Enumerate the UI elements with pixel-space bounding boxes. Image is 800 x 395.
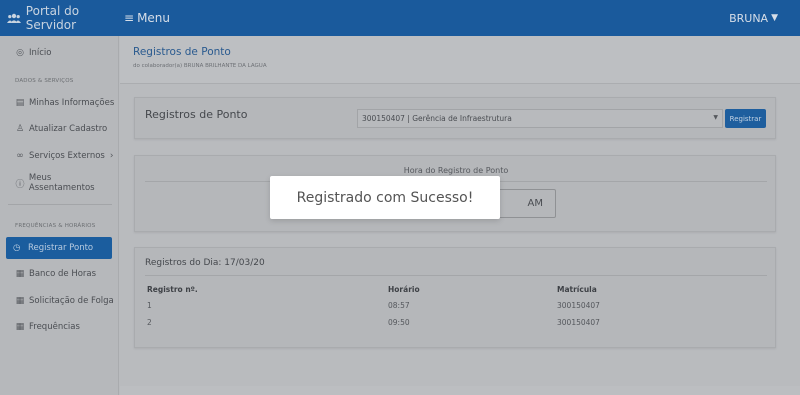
clock-icon: ◷ bbox=[13, 243, 21, 253]
home-icon: ◎ bbox=[16, 48, 24, 58]
calendar-check-icon: ▦ bbox=[15, 322, 25, 332]
table-cell-horario: 09:50 bbox=[388, 318, 410, 327]
footer-strip bbox=[120, 386, 800, 395]
page-subtitle: do colaborador(a) BRUNA BRILHANTE DA LAG… bbox=[133, 63, 267, 69]
toast-message: Registrado com Sucesso! bbox=[296, 189, 474, 206]
link-icon: ∞ bbox=[16, 151, 24, 161]
brand-label: Portal do Servidor bbox=[25, 4, 80, 32]
page-header: Registros de Ponto do colaborador(a) BRU… bbox=[120, 36, 800, 84]
table-cell-matricula: 300150407 bbox=[557, 301, 600, 310]
table-cell-matricula: 300150407 bbox=[557, 318, 600, 327]
registro-card: Registros de Ponto 300150407 | Gerência … bbox=[134, 97, 776, 139]
sidebar-item-label: Registrar Ponto bbox=[28, 243, 94, 253]
registros-dia-divider bbox=[145, 275, 767, 276]
sidebar-item-label: Banco de Horas bbox=[29, 269, 97, 279]
users-icon bbox=[6, 13, 22, 23]
hamburger-icon: ≡ bbox=[124, 11, 135, 25]
select-arrow-icon: ▼ bbox=[713, 114, 718, 121]
hora-label: Hora do Registro de Ponto bbox=[403, 166, 509, 175]
table-header-registro: Registro nº. bbox=[147, 285, 198, 294]
sidebar-item-inicio[interactable]: ◎ Início bbox=[0, 42, 119, 64]
user-name: BRUNA bbox=[729, 11, 769, 25]
sidebar-item-minhas-informacoes[interactable]: ▤ Minhas Informações bbox=[0, 92, 119, 114]
sidebar-item-banco-de-horas[interactable]: ▦ Banco de Horas bbox=[0, 263, 119, 285]
registro-card-title: Registros de Ponto bbox=[145, 108, 248, 121]
top-navbar: Portal do Servidor ≡ Menu BRUNA ▼ bbox=[0, 0, 800, 36]
section-title-frequencias: FREQUÊNCIAS & HORÁRIOS bbox=[15, 223, 96, 229]
table-cell-registro: 1 bbox=[147, 301, 152, 310]
sidebar-item-frequencias[interactable]: ▦ Frequências bbox=[0, 316, 119, 338]
sidebar-item-registrar-ponto[interactable]: ◷ Registrar Ponto bbox=[6, 237, 112, 259]
sidebar-item-meus-assentamentos[interactable]: ⓘ Meus Assentamentos bbox=[0, 172, 119, 194]
menu-label: Menu bbox=[137, 11, 171, 25]
sidebar-item-solicitacao-de-folga[interactable]: ▦ Solicitação de Folga bbox=[0, 290, 119, 312]
registrar-button[interactable]: Registrar bbox=[725, 109, 766, 128]
table-cell-horario: 08:57 bbox=[388, 301, 410, 310]
sidebar-item-label: Frequências bbox=[29, 322, 80, 332]
sidebar-item-label: Meus Assentamentos bbox=[28, 173, 95, 193]
user-menu[interactable]: BRUNA ▼ bbox=[729, 0, 778, 36]
user-edit-icon: ♙ bbox=[15, 124, 25, 134]
caret-down-icon: ▼ bbox=[771, 13, 778, 23]
page-title: Registros de Ponto bbox=[133, 46, 231, 58]
sidebar-item-label: Serviços Externos bbox=[29, 151, 105, 161]
sidebar-item-label: Solicitação de Folga bbox=[29, 296, 114, 306]
sidebar-item-label: Atualizar Cadastro bbox=[29, 124, 108, 134]
sidebar-item-atualizar-cadastro[interactable]: ♙ Atualizar Cadastro bbox=[0, 118, 119, 140]
sidebar-item-label: Início bbox=[29, 48, 52, 58]
brand-link[interactable]: Portal do Servidor bbox=[0, 0, 120, 36]
table-header-horario: Horário bbox=[388, 285, 420, 294]
success-toast: Registrado com Sucesso! bbox=[270, 176, 500, 219]
registros-dia-card: Registros do Dia: 17/03/20 Registro nº. … bbox=[134, 247, 776, 348]
menu-toggle-button[interactable]: ≡ Menu bbox=[124, 11, 170, 25]
info-icon: ⓘ bbox=[15, 179, 25, 190]
table-cell-registro: 2 bbox=[147, 318, 152, 327]
calendar-icon: ▦ bbox=[15, 269, 25, 279]
sidebar-item-label: Minhas Informações bbox=[29, 98, 115, 108]
sidebar-item-servicos-externos[interactable]: ∞ Serviços Externos › bbox=[0, 145, 119, 167]
calendar-icon: ▦ bbox=[15, 296, 25, 306]
id-card-icon: ▤ bbox=[15, 98, 25, 108]
chevron-right-icon: › bbox=[109, 151, 114, 161]
sidebar-divider bbox=[8, 204, 112, 205]
table-header-matricula: Matrícula bbox=[557, 285, 597, 294]
matricula-select[interactable]: 300150407 | Gerência de Infraestrutura ▼ bbox=[357, 109, 723, 128]
matricula-select-value: 300150407 | Gerência de Infraestrutura bbox=[362, 114, 512, 123]
registros-dia-title: Registros do Dia: 17/03/20 bbox=[145, 258, 265, 268]
section-title-dados: DADOS & SERVIÇOS bbox=[15, 78, 74, 84]
sidebar: ◎ Início DADOS & SERVIÇOS ▤ Minhas Infor… bbox=[0, 36, 119, 395]
